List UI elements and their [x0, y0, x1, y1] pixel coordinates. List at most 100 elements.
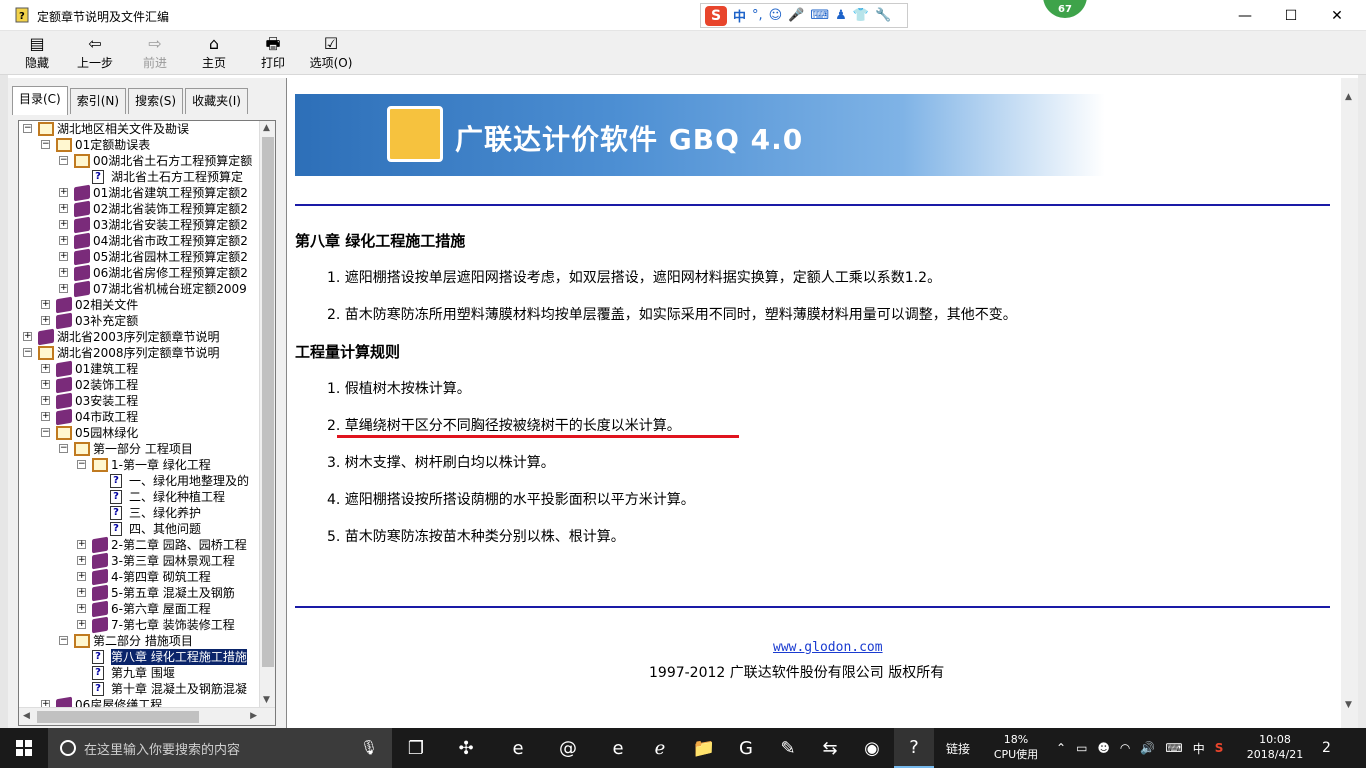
tab-search[interactable]: 搜索(S): [128, 88, 184, 114]
content-vertical-scrollbar[interactable]: ▲ ▼: [1341, 78, 1358, 728]
tree-node-label[interactable]: 03补充定额: [75, 313, 138, 329]
tree-node[interactable]: +2-第二章 园路、园桥工程: [19, 536, 261, 554]
collapse-icon[interactable]: −: [23, 348, 32, 357]
expand-icon[interactable]: +: [59, 236, 68, 245]
tree-node-label[interactable]: 06湖北省房修工程预算定额2: [93, 265, 248, 281]
collapse-icon[interactable]: −: [59, 636, 68, 645]
expand-icon[interactable]: +: [41, 364, 50, 373]
expand-icon[interactable]: +: [59, 252, 68, 261]
tree-vertical-scrollbar[interactable]: ▲ ▼: [259, 121, 275, 707]
tree-node[interactable]: +06房屋修缮工程: [19, 696, 261, 707]
tree-node-label[interactable]: 07湖北省机械台班定额2009: [93, 281, 247, 297]
tree-node-label[interactable]: 7-第七章 装饰装修工程: [111, 617, 235, 633]
website-link[interactable]: www.glodon.com: [773, 640, 883, 655]
tree-node[interactable]: − 05园林绿化: [19, 425, 261, 441]
tree-node-label[interactable]: 04市政工程: [75, 409, 138, 425]
tree-node[interactable]: − 湖北地区相关文件及勘误: [19, 121, 261, 137]
file-explorer-icon[interactable]: 📁: [684, 728, 724, 768]
tree-node[interactable]: +02湖北省装饰工程预算定额2: [19, 200, 261, 218]
tree-node-label[interactable]: 4-第四章 砌筑工程: [111, 569, 211, 585]
print-button[interactable]: 🖶 打印: [248, 34, 298, 74]
expand-icon[interactable]: +: [77, 588, 86, 597]
ime-mode[interactable]: 中: [733, 6, 746, 25]
skin-icon[interactable]: 👕: [853, 8, 869, 23]
tree-node-label[interactable]: 02装饰工程: [75, 377, 138, 393]
collapse-icon[interactable]: −: [77, 460, 86, 469]
collapse-icon[interactable]: −: [41, 428, 50, 437]
tree-node-label[interactable]: 05园林绿化: [75, 425, 138, 441]
tree-node[interactable]: − 1-第一章 绿化工程: [19, 457, 261, 473]
options-button[interactable]: ☑ 选项(O): [306, 34, 356, 74]
back-button[interactable]: ⇦ 上一步: [70, 34, 120, 74]
tree-node-label[interactable]: 06房屋修缮工程: [75, 697, 162, 707]
tree-node[interactable]: + 湖北省2003序列定额章节说明: [19, 328, 261, 346]
taskbar-search[interactable]: 在这里输入你要搜索的内容 🎙: [48, 728, 392, 768]
tree-node[interactable]: +01湖北省建筑工程预算定额2: [19, 184, 261, 202]
tree-node-label[interactable]: 三、绿化养护: [129, 505, 201, 521]
tree-node[interactable]: ? 三、绿化养护: [19, 505, 261, 521]
expand-icon[interactable]: +: [23, 332, 32, 341]
expand-icon[interactable]: +: [59, 220, 68, 229]
expand-icon[interactable]: +: [77, 556, 86, 565]
expand-icon[interactable]: +: [77, 540, 86, 549]
task-view-icon[interactable]: ❐: [396, 728, 436, 768]
tree-node[interactable]: ? 一、绿化用地整理及的: [19, 473, 261, 489]
expand-icon[interactable]: +: [41, 380, 50, 389]
collapse-icon[interactable]: −: [41, 140, 50, 149]
start-button[interactable]: [0, 728, 48, 768]
tree-node-label[interactable]: 3-第三章 园林景观工程: [111, 553, 235, 569]
link-toolbar[interactable]: 链接: [946, 728, 970, 768]
ime-language[interactable]: 中: [1193, 740, 1205, 757]
tree-node[interactable]: +03补充定额: [19, 312, 261, 330]
tree-node[interactable]: +06湖北省房修工程预算定额2: [19, 264, 261, 282]
tree-node-label[interactable]: 1-第一章 绿化工程: [111, 457, 211, 473]
tree-node-label[interactable]: 第九章 围堰: [111, 665, 175, 681]
hide-button[interactable]: ▤ 隐藏: [12, 34, 62, 74]
tree-node-label[interactable]: 四、其他问题: [129, 521, 201, 537]
tree-node[interactable]: − 第二部分 措施项目: [19, 633, 261, 649]
user-icon[interactable]: ♟: [835, 8, 847, 23]
glodon-app-icon[interactable]: G: [726, 728, 766, 768]
tree-node-label[interactable]: 01建筑工程: [75, 361, 138, 377]
tab-index[interactable]: 索引(N): [69, 88, 127, 114]
tree-node[interactable]: +02相关文件: [19, 296, 261, 314]
tree-node-label[interactable]: 2-第二章 园路、园桥工程: [111, 537, 247, 553]
green-app-icon[interactable]: ◉: [852, 728, 892, 768]
tree-node-label[interactable]: 湖北省土石方工程预算定: [111, 169, 243, 185]
expand-icon[interactable]: +: [41, 700, 50, 707]
collapse-icon[interactable]: −: [23, 124, 32, 133]
sogou-icon[interactable]: S: [705, 5, 727, 26]
expand-icon[interactable]: +: [77, 604, 86, 613]
wifi-icon[interactable]: ◠: [1120, 741, 1130, 755]
tree-node-label[interactable]: 00湖北省土石方工程预算定额: [93, 153, 252, 169]
notification-center-icon[interactable]: 2: [1322, 728, 1331, 768]
scroll-right-icon[interactable]: ▶: [250, 711, 257, 721]
tree-node-label[interactable]: 05湖北省园林工程预算定额2: [93, 249, 248, 265]
tree-node-label[interactable]: 一、绿化用地整理及的: [129, 473, 249, 489]
tree-node[interactable]: +4-第四章 砌筑工程: [19, 568, 261, 586]
tree-node-label[interactable]: 湖北省2003序列定额章节说明: [57, 329, 220, 345]
battery-icon[interactable]: ▭: [1076, 741, 1087, 755]
expand-icon[interactable]: +: [59, 204, 68, 213]
scroll-up-icon[interactable]: ▲: [1345, 92, 1352, 102]
voice-icon[interactable]: 🎤: [788, 8, 804, 23]
tree-node[interactable]: +03安装工程: [19, 392, 261, 410]
expand-icon[interactable]: +: [59, 284, 68, 293]
maximize-button[interactable]: ☐: [1268, 0, 1314, 31]
tree-node[interactable]: +05湖北省园林工程预算定额2: [19, 248, 261, 266]
tree-node-label[interactable]: 03安装工程: [75, 393, 138, 409]
tree-node[interactable]: +03湖北省安装工程预算定额2: [19, 216, 261, 234]
transfer-app-icon[interactable]: ⇆: [810, 728, 850, 768]
scroll-up-icon[interactable]: ▲: [263, 123, 270, 133]
tree-node-label[interactable]: 6-第六章 屋面工程: [111, 601, 211, 617]
tree-node-label[interactable]: 02湖北省装饰工程预算定额2: [93, 201, 248, 217]
wrench-icon[interactable]: 🔧: [875, 8, 891, 23]
tree-node-label[interactable]: 01定额勘误表: [75, 137, 150, 153]
tree-node[interactable]: ? 四、其他问题: [19, 521, 261, 537]
scroll-left-icon[interactable]: ◀: [23, 711, 30, 721]
tree-node[interactable]: − 00湖北省土石方工程预算定额: [19, 153, 261, 169]
expand-icon[interactable]: +: [41, 412, 50, 421]
tree-node[interactable]: +04湖北省市政工程预算定额2: [19, 232, 261, 250]
tree-node-label[interactable]: 第八章 绿化工程施工措施: [111, 649, 247, 665]
tree-node[interactable]: +04市政工程: [19, 408, 261, 426]
